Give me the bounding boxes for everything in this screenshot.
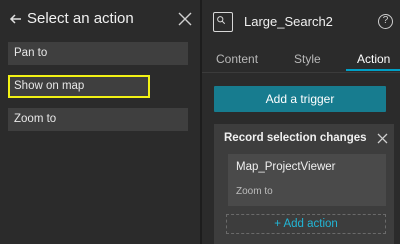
trigger-card: Record selection changes Map_ProjectView… [214, 124, 394, 244]
tab-action[interactable]: Action [357, 52, 390, 66]
widget-name: Large_Search2 [244, 14, 333, 29]
target-map-name: Map_ProjectViewer [236, 161, 336, 173]
action-target-item[interactable]: Map_ProjectViewer Zoom to [228, 154, 386, 206]
trigger-title: Record selection changes [224, 132, 367, 144]
select-action-panel: Select an action Pan to Show on map Zoom… [0, 0, 200, 244]
action-pan-to[interactable]: Pan to [8, 42, 188, 65]
panel-title: Select an action [27, 10, 134, 27]
help-icon[interactable]: ? [378, 14, 393, 29]
widget-header: Large_Search2 ? [202, 0, 400, 44]
action-show-on-map[interactable]: Show on map [8, 75, 150, 98]
tab-content[interactable]: Content [216, 52, 258, 66]
target-action-name: Zoom to [236, 186, 273, 197]
add-trigger-button[interactable]: Add a trigger [214, 86, 386, 112]
close-icon[interactable] [178, 12, 192, 26]
back-arrow-icon[interactable] [8, 11, 24, 27]
widget-settings-panel: Large_Search2 ? Content Style Action Add… [202, 0, 400, 244]
panel-header: Select an action [8, 9, 192, 31]
active-tab-indicator [346, 69, 400, 71]
action-zoom-to[interactable]: Zoom to [8, 108, 188, 131]
settings-tabs: Content Style Action [202, 48, 400, 73]
add-action-button[interactable]: + Add action [226, 214, 386, 234]
close-icon[interactable] [377, 133, 388, 144]
tab-style[interactable]: Style [294, 52, 321, 66]
search-widget-icon [213, 12, 233, 32]
